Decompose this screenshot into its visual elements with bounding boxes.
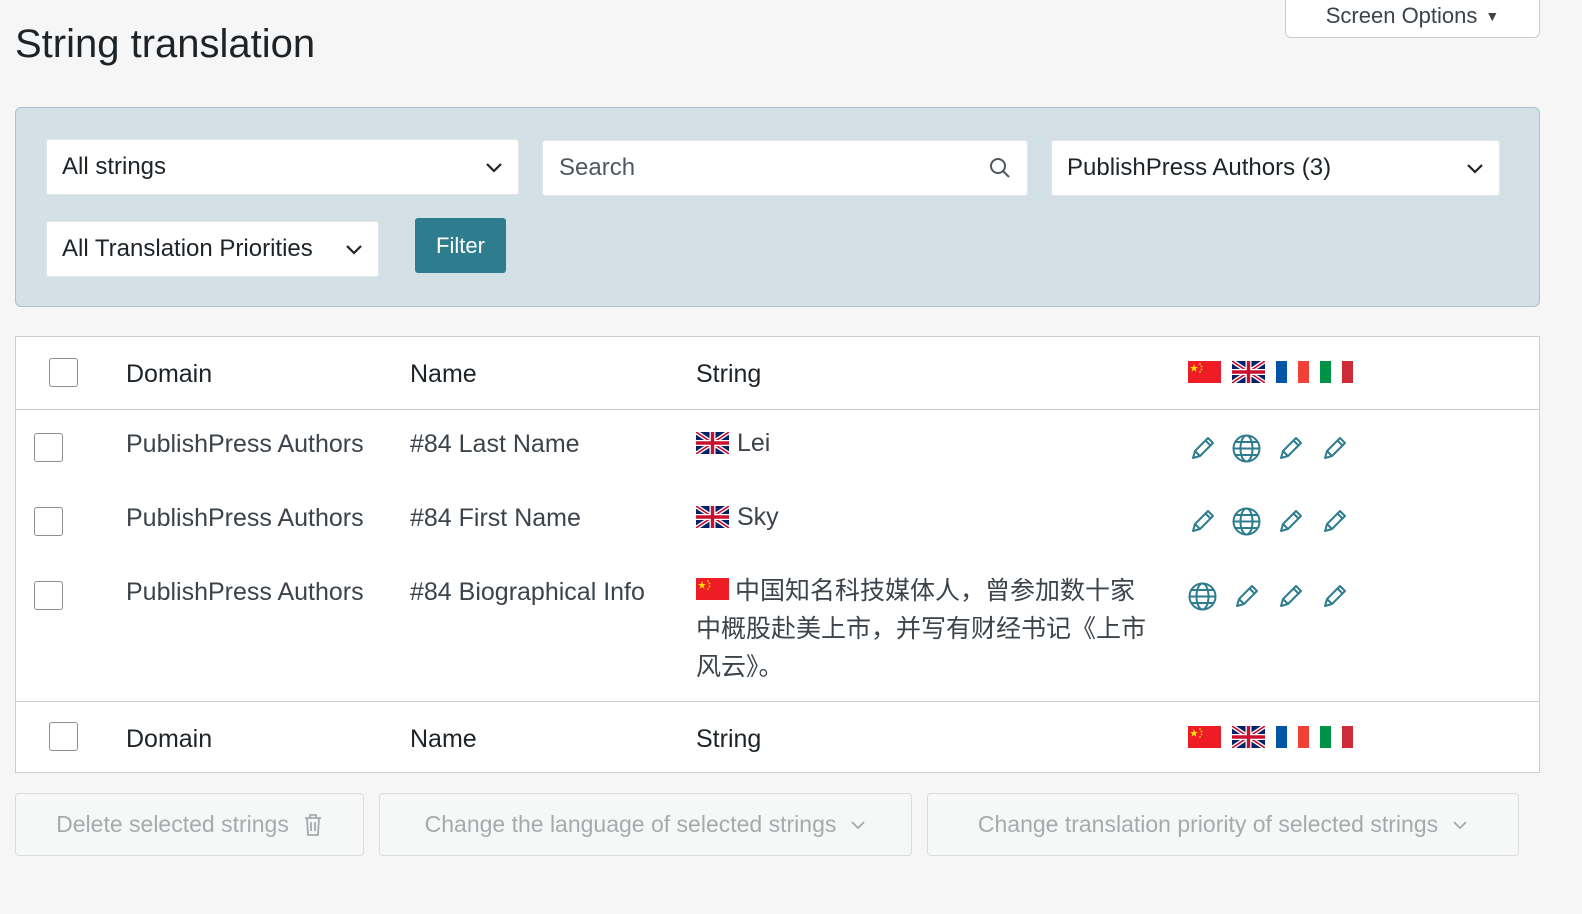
row-actions — [1186, 580, 1351, 613]
row-string-text: Sky — [737, 503, 779, 531]
flag-china-icon — [1188, 361, 1221, 383]
pencil-icon[interactable] — [1274, 505, 1307, 538]
change-language-button[interactable]: Change the language of selected strings — [379, 793, 912, 856]
pencil-icon[interactable] — [1318, 580, 1351, 613]
change-priority-button[interactable]: Change translation priority of selected … — [927, 793, 1519, 856]
filter-button[interactable]: Filter — [415, 218, 506, 273]
delete-selected-button[interactable]: Delete selected strings — [15, 793, 364, 856]
search-icon[interactable] — [989, 157, 1011, 179]
select-all-checkbox[interactable] — [49, 722, 78, 751]
priority-select[interactable]: All Translation Priorities — [46, 221, 379, 277]
row-actions — [1186, 505, 1351, 538]
row-checkbox[interactable] — [34, 507, 63, 536]
column-domain[interactable]: Domain — [126, 360, 212, 389]
row-string: Sky — [696, 498, 779, 536]
domain-select[interactable]: PublishPress Authors (3) — [1051, 140, 1500, 196]
screen-options-button[interactable]: Screen Options ▼ — [1285, 0, 1540, 38]
strings-table: Domain Name String PublishPress Authors … — [15, 336, 1540, 773]
chevron-down-icon — [486, 163, 502, 173]
table-header: Domain Name String — [16, 337, 1539, 410]
change-language-label: Change the language of selected strings — [424, 811, 837, 837]
pencil-icon[interactable] — [1186, 505, 1219, 538]
filter-panel: All strings PublishPress Authors (3) All… — [15, 107, 1540, 307]
pencil-icon[interactable] — [1274, 580, 1307, 613]
screen-options-label: Screen Options — [1325, 3, 1478, 28]
language-flags — [1188, 726, 1353, 748]
table-row: PublishPress Authors #84 First Name Sky — [16, 485, 1539, 559]
flag-france-icon — [1276, 726, 1309, 748]
row-name: #84 Biographical Info — [410, 578, 645, 606]
row-domain: PublishPress Authors — [126, 578, 364, 606]
flag-italy-icon — [1320, 361, 1353, 383]
row-checkbox[interactable] — [34, 433, 63, 462]
globe-icon[interactable] — [1230, 432, 1263, 465]
table-row: PublishPress Authors #84 Last Name Lei — [16, 411, 1539, 485]
priority-select-value: All Translation Priorities — [62, 235, 313, 262]
row-domain: PublishPress Authors — [126, 504, 364, 532]
globe-icon[interactable] — [1230, 505, 1263, 538]
select-all-checkbox[interactable] — [49, 358, 78, 387]
chevron-down-icon — [1467, 164, 1483, 174]
delete-selected-label: Delete selected strings — [56, 811, 289, 837]
search-input[interactable] — [559, 154, 989, 182]
flag-france-icon — [1276, 361, 1309, 383]
row-string: Lei — [696, 424, 770, 462]
globe-icon[interactable] — [1186, 580, 1219, 613]
column-name[interactable]: Name — [410, 360, 477, 389]
strings-select-value: All strings — [62, 153, 167, 180]
pencil-icon[interactable] — [1318, 505, 1351, 538]
caret-down-icon: ▼ — [1485, 8, 1500, 24]
flag-uk-icon — [1232, 726, 1265, 748]
flag-china-icon — [1188, 726, 1221, 748]
pencil-icon[interactable] — [1274, 432, 1307, 465]
column-name[interactable]: Name — [410, 725, 477, 754]
flag-uk-icon — [696, 432, 729, 454]
strings-select[interactable]: All strings — [46, 139, 519, 195]
row-domain: PublishPress Authors — [126, 430, 364, 458]
column-string[interactable]: String — [696, 725, 761, 754]
row-checkbox[interactable] — [34, 581, 63, 610]
flag-italy-icon — [1320, 726, 1353, 748]
search-box — [542, 140, 1028, 196]
pencil-icon[interactable] — [1230, 580, 1263, 613]
chevron-down-icon — [346, 245, 362, 255]
row-actions — [1186, 432, 1351, 465]
pencil-icon[interactable] — [1318, 432, 1351, 465]
table-row: PublishPress Authors #84 Biographical In… — [16, 559, 1539, 701]
chevron-down-icon — [851, 820, 865, 829]
row-string-text: 中国知名科技媒体人，曾参加数十家中概股赴美上市，并写有财经书记《上市风云》。 — [696, 577, 1147, 681]
page-title: String translation — [15, 22, 316, 66]
row-string-text: Lei — [737, 429, 771, 457]
column-domain[interactable]: Domain — [126, 725, 212, 754]
change-priority-label: Change translation priority of selected … — [977, 811, 1439, 837]
column-string[interactable]: String — [696, 360, 761, 389]
table-footer: Domain Name String — [16, 701, 1539, 773]
domain-select-value: PublishPress Authors (3) — [1067, 154, 1332, 181]
row-name: #84 Last Name — [410, 430, 580, 458]
pencil-icon[interactable] — [1186, 432, 1219, 465]
chevron-down-icon — [1453, 820, 1467, 829]
row-string: 中国知名科技媒体人，曾参加数十家中概股赴美上市，并写有财经书记《上市风云》。 — [696, 572, 1156, 686]
trash-icon — [304, 813, 321, 836]
row-name: #84 First Name — [410, 504, 581, 532]
language-flags — [1188, 361, 1353, 383]
flag-china-icon — [696, 578, 729, 600]
flag-uk-icon — [1232, 361, 1265, 383]
flag-uk-icon — [696, 506, 729, 528]
